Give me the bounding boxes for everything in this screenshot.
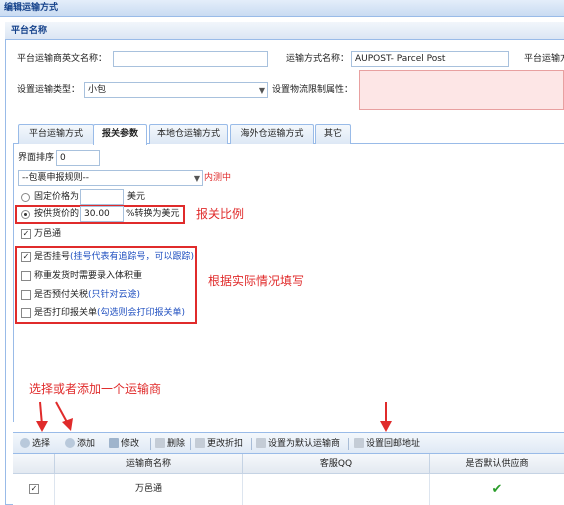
delete-icon bbox=[155, 438, 165, 448]
arrow-to-return-address-icon bbox=[380, 402, 392, 432]
discount-button[interactable]: 更改折扣 bbox=[195, 437, 243, 451]
set-return-button[interactable]: 设置回邮地址 bbox=[354, 437, 420, 451]
toolbar-separator bbox=[150, 438, 151, 450]
set-default-button[interactable]: 设置为默认运输商 bbox=[256, 437, 340, 451]
delete-button[interactable]: 删除 bbox=[155, 437, 185, 451]
grid-header: 运输商名称 客服QQ 是否默认供应商 bbox=[13, 454, 564, 474]
grid-header-name[interactable]: 运输商名称 bbox=[55, 454, 243, 474]
select-button[interactable]: 选择 bbox=[20, 437, 50, 451]
toolbar-separator bbox=[190, 438, 191, 450]
grid-header-checkbox-col bbox=[13, 454, 55, 474]
edit-button[interactable]: 修改 bbox=[109, 437, 139, 451]
delete-label: 删除 bbox=[167, 439, 186, 449]
add-button[interactable]: 添加 bbox=[65, 437, 95, 451]
row-checkbox[interactable]: ✓ bbox=[29, 484, 39, 494]
add-icon bbox=[65, 438, 75, 448]
grid-header-default[interactable]: 是否默认供应商 bbox=[430, 454, 564, 474]
grid-toolbar: 选择 添加 修改 删除 更改折扣 设置为默认运输商 设置回邮地址 bbox=[13, 432, 564, 454]
select-icon bbox=[20, 438, 30, 448]
table-row[interactable]: ✓ 万邑通 ✔ bbox=[13, 474, 564, 505]
address-icon bbox=[354, 438, 364, 448]
row-qq-cell bbox=[243, 474, 430, 505]
arrow-to-select-icon bbox=[36, 401, 48, 432]
set-default-label: 设置为默认运输商 bbox=[268, 439, 341, 449]
toolbar-separator bbox=[251, 438, 252, 450]
edit-label: 修改 bbox=[121, 439, 140, 449]
row-name-cell: 万邑通 bbox=[55, 474, 243, 505]
annotation-arrows bbox=[36, 401, 392, 432]
default-icon bbox=[256, 438, 266, 448]
row-checkbox-cell: ✓ bbox=[13, 474, 55, 505]
set-return-label: 设置回邮地址 bbox=[366, 439, 421, 449]
toolbar-separator bbox=[348, 438, 349, 450]
grid-header-qq[interactable]: 客服QQ bbox=[243, 454, 430, 474]
add-label: 添加 bbox=[77, 439, 96, 449]
discount-icon bbox=[195, 438, 205, 448]
select-label: 选择 bbox=[32, 439, 51, 449]
checkmark-icon: ✔ bbox=[491, 482, 503, 497]
arrow-to-add-icon bbox=[55, 401, 73, 431]
discount-label: 更改折扣 bbox=[207, 439, 244, 449]
wrench-icon bbox=[109, 438, 119, 448]
